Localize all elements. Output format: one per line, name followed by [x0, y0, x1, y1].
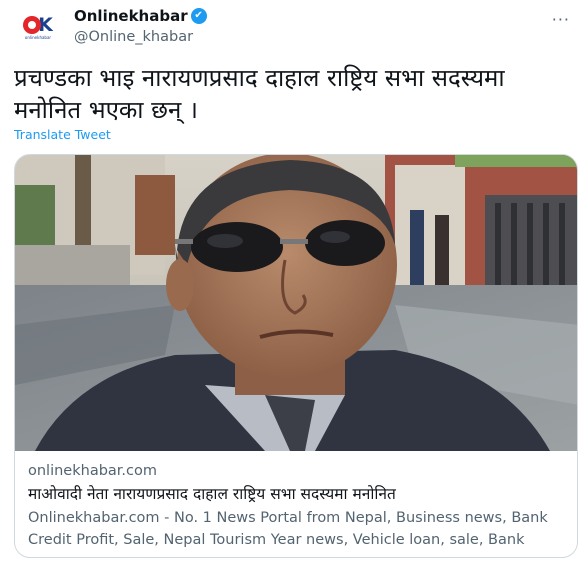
card-meta: onlinekhabar.com माओवादी नेता नारायणप्रस…	[28, 460, 565, 551]
display-name-text: Onlinekhabar	[74, 7, 188, 25]
verified-badge-icon: ✔	[190, 8, 207, 24]
tweet-header: K onlinekhabar Onlinekhabar ✔ @Online_kh…	[14, 6, 574, 50]
more-options-icon[interactable]: ···	[552, 10, 570, 29]
author-names: Onlinekhabar ✔ @Online_khabar	[74, 6, 207, 48]
onlinekhabar-logo: K	[23, 16, 53, 35]
card-title[interactable]: माओवादी नेता नारायणप्रसाद दाहाल राष्ट्रि…	[28, 482, 565, 506]
portrait-image	[15, 155, 577, 451]
card-description: Onlinekhabar.com - No. 1 News Portal fro…	[28, 510, 548, 548]
logo-circle	[23, 16, 42, 34]
author-handle[interactable]: @Online_khabar	[74, 26, 207, 48]
avatar[interactable]: K onlinekhabar	[14, 8, 62, 48]
logo-subtext: onlinekhabar	[24, 35, 52, 40]
tweet-text: प्रचण्डका भाइ नारायणप्रसाद दाहाल राष्ट्र…	[14, 64, 505, 124]
card-photo[interactable]	[15, 155, 577, 451]
card-domain: onlinekhabar.com	[28, 463, 157, 479]
translate-tweet-link[interactable]: Translate Tweet	[14, 127, 111, 142]
link-preview-card[interactable]: onlinekhabar.com माओवादी नेता नारायणप्रस…	[14, 154, 578, 558]
author-display-name[interactable]: Onlinekhabar ✔	[74, 6, 207, 26]
